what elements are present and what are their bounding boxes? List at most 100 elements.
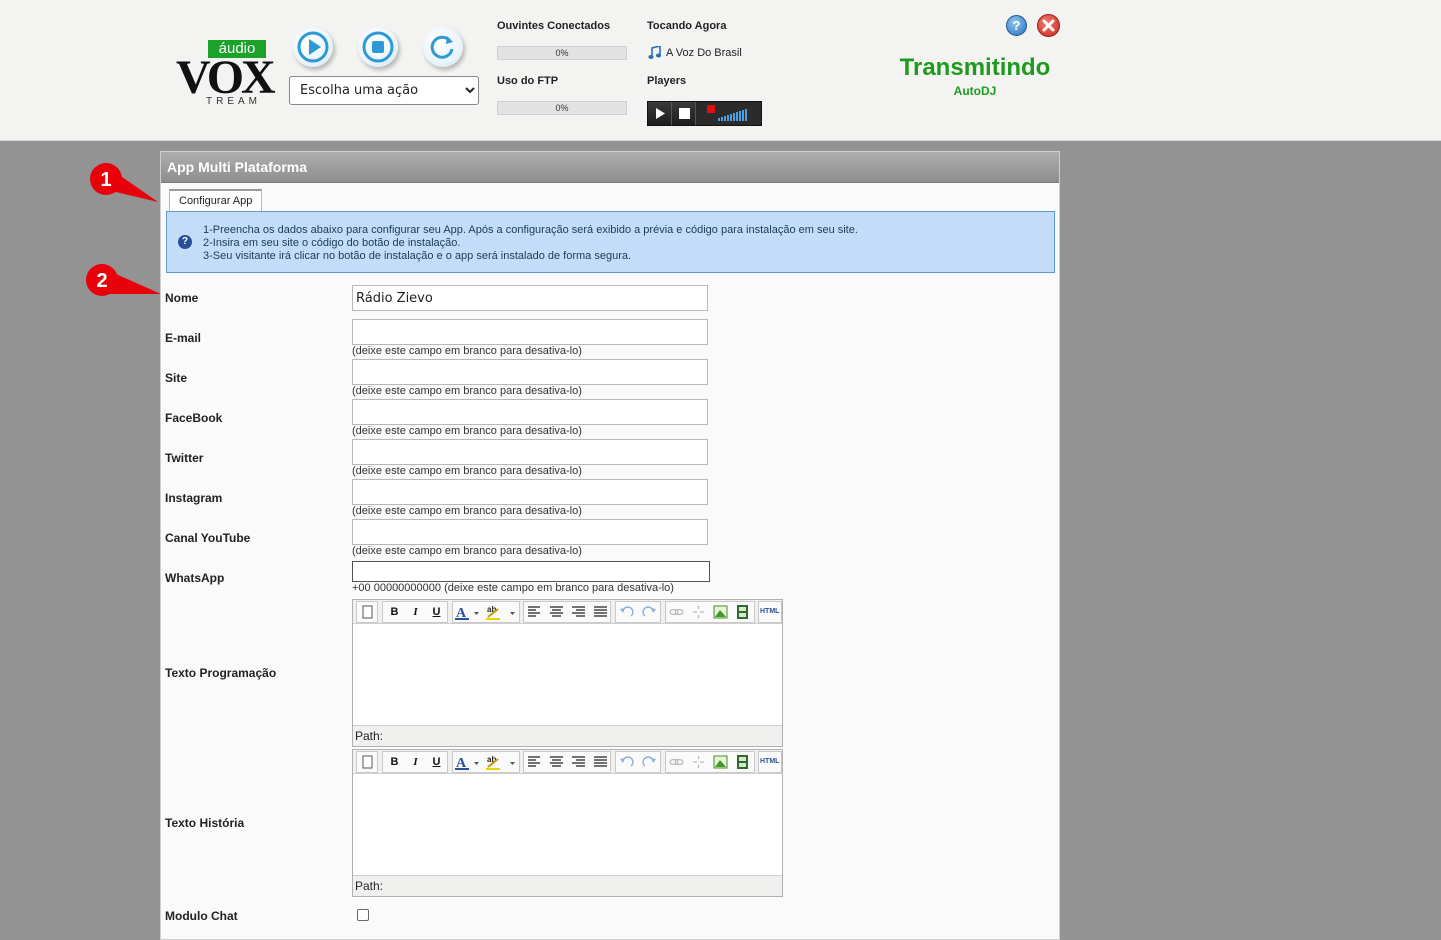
facebook-input[interactable] bbox=[352, 399, 708, 425]
stop-button[interactable] bbox=[358, 27, 398, 67]
instagram-label: Instagram bbox=[165, 491, 223, 505]
music-note-icon bbox=[648, 46, 661, 59]
play-button[interactable] bbox=[293, 27, 333, 67]
image-icon[interactable] bbox=[711, 753, 730, 771]
players-label: Players bbox=[647, 75, 687, 87]
player-stop-button[interactable] bbox=[672, 102, 696, 125]
programacao-textarea[interactable] bbox=[353, 625, 782, 725]
new-document-icon[interactable] bbox=[358, 753, 377, 771]
redo-icon[interactable] bbox=[640, 603, 659, 621]
undo-icon[interactable] bbox=[617, 603, 636, 621]
italic-button[interactable]: I bbox=[406, 603, 425, 621]
play-icon bbox=[656, 108, 665, 119]
html-source-button[interactable]: HTML bbox=[760, 753, 779, 771]
twitter-hint: (deixe este campo em branco para desativ… bbox=[352, 465, 582, 477]
youtube-hint: (deixe este campo em branco para desativ… bbox=[352, 545, 582, 557]
text-color-icon[interactable]: A bbox=[454, 603, 479, 621]
underline-button[interactable]: U bbox=[427, 603, 446, 621]
media-icon[interactable] bbox=[733, 603, 752, 621]
bold-button[interactable]: B bbox=[385, 603, 404, 621]
historia-editor: B I U A ab HTML Path: bbox=[352, 749, 783, 897]
tab-configurar-app[interactable]: Configurar App bbox=[169, 189, 263, 211]
redo-icon[interactable] bbox=[640, 753, 659, 771]
play-icon bbox=[297, 31, 329, 63]
editor-toolbar: B I U A ab HTML bbox=[353, 600, 782, 624]
youtube-input[interactable] bbox=[352, 519, 708, 545]
highlight-color-icon[interactable]: ab bbox=[484, 603, 515, 621]
app-config-panel: App Multi Plataforma Configurar App ? 1-… bbox=[160, 151, 1060, 940]
now-playing-label: Tocando Agora bbox=[647, 20, 727, 32]
logo-sub: TREAM bbox=[206, 96, 261, 107]
instruction-line: 2-Insira em seu site o código do botão d… bbox=[203, 237, 461, 249]
undo-icon[interactable] bbox=[617, 753, 636, 771]
unlink-icon[interactable] bbox=[689, 603, 708, 621]
logo-word: VOX bbox=[176, 51, 276, 104]
help-icon[interactable]: ? bbox=[1006, 15, 1027, 36]
panel-title: App Multi Plataforma bbox=[161, 152, 1059, 183]
refresh-icon bbox=[430, 35, 454, 59]
media-icon[interactable] bbox=[733, 753, 752, 771]
programacao-editor: B I U A ab HTML Path: bbox=[352, 599, 783, 747]
facebook-hint: (deixe este campo em branco para desativ… bbox=[352, 425, 582, 437]
top-header: áudio VOX TREAM Escolha uma ação Ouvinte… bbox=[0, 0, 1441, 141]
stop-icon bbox=[679, 108, 690, 119]
align-right-icon[interactable] bbox=[569, 603, 588, 621]
stream-status: Transmitindo bbox=[899, 54, 1051, 81]
info-icon: ? bbox=[178, 235, 192, 249]
site-input[interactable] bbox=[352, 359, 708, 385]
ftp-label: Uso do FTP bbox=[497, 75, 559, 87]
ftp-progress: 0% bbox=[497, 101, 627, 115]
track-name: A Voz Do Brasil bbox=[666, 47, 742, 59]
editor-toolbar: B I U A ab HTML bbox=[353, 750, 782, 774]
align-left-icon[interactable] bbox=[525, 753, 544, 771]
align-right-icon[interactable] bbox=[569, 753, 588, 771]
listeners-progress: 0% bbox=[497, 46, 627, 60]
volume-icon bbox=[707, 105, 747, 121]
text-color-icon[interactable]: A bbox=[454, 753, 479, 771]
close-icon[interactable] bbox=[1037, 14, 1060, 37]
highlight-color-icon[interactable]: ab bbox=[484, 753, 515, 771]
editor-path-bar: Path: bbox=[353, 875, 782, 896]
programacao-label: Texto Programação bbox=[165, 666, 277, 680]
volume-control[interactable] bbox=[696, 102, 758, 125]
whatsapp-hint: +00 00000000000 (deixe este campo em bra… bbox=[352, 582, 674, 594]
player-play-button[interactable] bbox=[648, 102, 672, 125]
italic-button[interactable]: I bbox=[406, 753, 425, 771]
listeners-label: Ouvintes Conectados bbox=[497, 20, 611, 32]
justify-icon[interactable] bbox=[591, 603, 610, 621]
email-input[interactable] bbox=[352, 319, 708, 345]
image-icon[interactable] bbox=[711, 603, 730, 621]
youtube-label: Canal YouTube bbox=[165, 531, 251, 545]
whatsapp-label: WhatsApp bbox=[165, 571, 225, 585]
chat-checkbox[interactable] bbox=[357, 909, 369, 921]
site-label: Site bbox=[165, 371, 188, 385]
new-document-icon[interactable] bbox=[358, 603, 377, 621]
instruction-line: 3-Seu visitante irá clicar no botão de i… bbox=[203, 250, 632, 262]
bold-button[interactable]: B bbox=[385, 753, 404, 771]
historia-textarea[interactable] bbox=[353, 775, 782, 875]
instructions-box: ? 1-Preencha os dados abaixo para config… bbox=[166, 211, 1055, 273]
twitter-input[interactable] bbox=[352, 439, 708, 465]
action-select[interactable]: Escolha uma ação bbox=[289, 76, 479, 105]
close-x-glyph bbox=[1042, 19, 1055, 32]
unlink-icon[interactable] bbox=[689, 753, 708, 771]
link-icon[interactable] bbox=[667, 753, 686, 771]
html-source-button[interactable]: HTML bbox=[760, 603, 779, 621]
instagram-hint: (deixe este campo em branco para desativ… bbox=[352, 505, 582, 517]
underline-button[interactable]: U bbox=[427, 753, 446, 771]
stream-mode: AutoDJ bbox=[953, 84, 997, 98]
align-left-icon[interactable] bbox=[525, 603, 544, 621]
email-hint: (deixe este campo em branco para desativ… bbox=[352, 345, 582, 357]
refresh-button[interactable] bbox=[423, 27, 463, 67]
whatsapp-input[interactable] bbox=[352, 561, 710, 582]
svg-text:2: 2 bbox=[96, 270, 107, 292]
align-center-icon[interactable] bbox=[547, 753, 566, 771]
link-icon[interactable] bbox=[667, 603, 686, 621]
nome-label: Nome bbox=[165, 291, 199, 305]
nome-input[interactable] bbox=[352, 285, 708, 311]
vox-stream-logo: áudio VOX TREAM bbox=[176, 40, 276, 108]
justify-icon[interactable] bbox=[591, 753, 610, 771]
site-hint: (deixe este campo em branco para desativ… bbox=[352, 385, 582, 397]
align-center-icon[interactable] bbox=[547, 603, 566, 621]
instagram-input[interactable] bbox=[352, 479, 708, 505]
